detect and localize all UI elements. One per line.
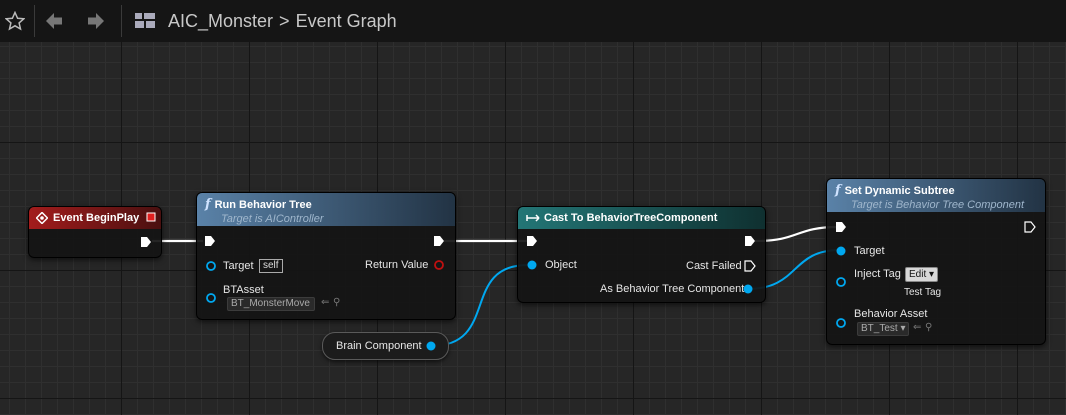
return-value-pin[interactable] bbox=[433, 259, 445, 271]
node-title: Set Dynamic Subtree bbox=[844, 185, 955, 197]
function-icon: f bbox=[835, 183, 841, 198]
brain-component-label: Brain Component bbox=[336, 340, 422, 352]
target-label: Target bbox=[223, 260, 254, 272]
inject-tag-value: Test Tag bbox=[904, 287, 942, 298]
btasset-dropdown[interactable]: BT_MonsterMove bbox=[227, 297, 315, 311]
edit-label: Edit bbox=[909, 269, 927, 280]
node-header: Cast To BehaviorTreeComponent bbox=[518, 207, 765, 229]
cast-icon bbox=[526, 214, 540, 222]
exec-in-pin[interactable] bbox=[526, 235, 538, 247]
btasset-pin[interactable] bbox=[205, 292, 217, 304]
back-button[interactable] bbox=[39, 0, 69, 42]
exec-out-pin[interactable] bbox=[140, 236, 152, 248]
node-header: f Set Dynamic Subtree Target is Behavior … bbox=[827, 179, 1045, 212]
breadcrumb-separator: > bbox=[279, 10, 290, 31]
blueprint-graph-icon bbox=[135, 13, 155, 28]
toolbar-divider bbox=[34, 5, 35, 37]
star-icon bbox=[5, 11, 25, 31]
exec-in-pin[interactable] bbox=[835, 221, 847, 233]
inject-tag-pin[interactable] bbox=[835, 276, 847, 288]
exec-out-pin[interactable] bbox=[1024, 221, 1036, 233]
node-title-row: f Set Dynamic Subtree bbox=[835, 183, 1045, 198]
behavior-asset-pin[interactable] bbox=[835, 317, 847, 329]
graph-type-button[interactable] bbox=[130, 0, 160, 42]
cast-to-behavior-tree-component-node[interactable]: Cast To BehaviorTreeComponent Object Cas… bbox=[517, 206, 766, 303]
target-label: Target bbox=[854, 245, 885, 257]
use-selected-icon[interactable]: ⇐ bbox=[321, 297, 329, 308]
forward-button[interactable] bbox=[81, 0, 111, 42]
cast-failed-label: Cast Failed bbox=[686, 260, 742, 272]
breadcrumb-asset[interactable]: AIC_Monster bbox=[168, 11, 273, 32]
brain-component-variable-node[interactable]: Brain Component bbox=[322, 332, 449, 360]
object-label: Object bbox=[545, 259, 577, 271]
browse-search-icon[interactable]: ⚲ bbox=[925, 322, 932, 333]
browse-search-icon[interactable]: ⚲ bbox=[333, 297, 340, 308]
exec-out-pin[interactable] bbox=[433, 235, 445, 247]
exec-in-pin[interactable] bbox=[204, 235, 216, 247]
node-header: f Run Behavior Tree Target is AIControlle… bbox=[197, 193, 455, 226]
delegate-pin[interactable] bbox=[146, 212, 156, 222]
event-begin-play-node[interactable]: Event BeginPlay bbox=[28, 206, 162, 258]
node-title-row: f Run Behavior Tree bbox=[205, 197, 455, 212]
target-pin[interactable] bbox=[835, 245, 847, 257]
arrow-left-icon bbox=[46, 13, 62, 29]
behavior-asset-value: BT_Test bbox=[861, 323, 898, 334]
btasset-label: BTAsset bbox=[223, 284, 264, 296]
run-behavior-tree-node[interactable]: f Run Behavior Tree Target is AIControlle… bbox=[196, 192, 456, 320]
as-behavior-tree-component-label: As Behavior Tree Component bbox=[600, 283, 745, 295]
breadcrumb-graph[interactable]: Event Graph bbox=[296, 11, 397, 32]
cast-failed-exec-pin[interactable] bbox=[744, 260, 756, 272]
btasset-value: BT_MonsterMove bbox=[231, 298, 310, 309]
node-title: Run Behavior Tree bbox=[214, 199, 312, 211]
function-icon: f bbox=[205, 197, 211, 212]
target-self-value[interactable]: self bbox=[259, 259, 283, 273]
event-icon bbox=[36, 212, 48, 224]
event-graph-canvas[interactable]: Event BeginPlay f Run Behavior Tree Targe… bbox=[0, 42, 1066, 415]
as-behavior-tree-component-pin[interactable] bbox=[742, 283, 754, 295]
toolbar-divider bbox=[121, 5, 122, 37]
node-subtitle: Target is AIController bbox=[221, 213, 324, 225]
editor-toolbar: AIC_Monster > Event Graph bbox=[0, 0, 1066, 42]
use-selected-icon[interactable]: ⇐ bbox=[913, 322, 921, 333]
set-dynamic-subtree-node[interactable]: f Set Dynamic Subtree Target is Behavior … bbox=[826, 178, 1046, 345]
inject-tag-label: Inject Tag bbox=[854, 268, 901, 280]
favorite-button[interactable] bbox=[0, 0, 30, 42]
node-title: Event BeginPlay bbox=[53, 212, 140, 224]
arrow-right-icon bbox=[88, 13, 104, 29]
node-subtitle: Target is Behavior Tree Component bbox=[851, 199, 1025, 211]
behavior-asset-dropdown[interactable]: BT_Test ▾ bbox=[857, 322, 909, 336]
exec-out-pin[interactable] bbox=[744, 235, 756, 247]
inject-tag-edit-button[interactable]: Edit ▾ bbox=[905, 267, 939, 282]
return-value-label: Return Value bbox=[365, 259, 429, 271]
object-pin[interactable] bbox=[526, 259, 538, 271]
target-pin[interactable] bbox=[205, 260, 217, 272]
blueprint-editor: AIC_Monster > Event Graph Event BeginPla… bbox=[0, 0, 1066, 415]
node-title: Cast To BehaviorTreeComponent bbox=[544, 212, 718, 224]
node-header: Event BeginPlay bbox=[29, 207, 161, 229]
brain-component-pin[interactable] bbox=[425, 340, 437, 352]
behavior-asset-label: Behavior Asset bbox=[854, 308, 928, 320]
